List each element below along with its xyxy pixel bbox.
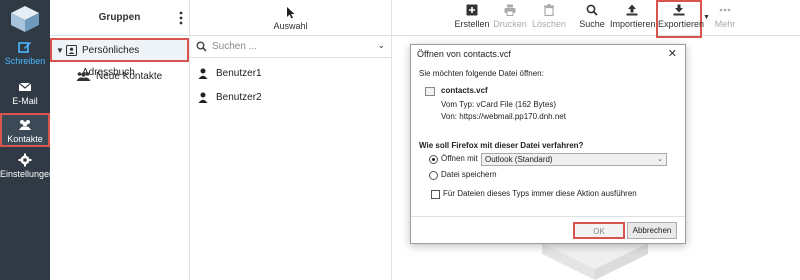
group-item-label: Neue Kontakte bbox=[96, 71, 163, 82]
groups-panel: Gruppen ▼ Persönliches Adressbuch Neue K… bbox=[50, 0, 190, 280]
chevron-down-icon[interactable]: ▼ bbox=[56, 40, 64, 62]
upload-icon bbox=[626, 4, 638, 16]
close-icon[interactable]: ✕ bbox=[668, 47, 677, 60]
export-label: Exportieren bbox=[658, 19, 705, 29]
search-icon bbox=[196, 41, 207, 52]
nav-mail-label: E-Mail bbox=[12, 96, 38, 106]
export-button[interactable]: Exportieren bbox=[656, 0, 705, 38]
ok-button[interactable]: OK bbox=[573, 222, 625, 239]
webmail-app: Schreiben E-Mail Kontakte Einstellungen … bbox=[0, 0, 800, 280]
contacts-list-panel: Auswahl Suchen ... ⌄ Benutzer1 Benutzer2 bbox=[190, 0, 392, 280]
create-button[interactable]: Erstellen bbox=[454, 2, 490, 36]
groups-title: Gruppen bbox=[98, 12, 141, 23]
print-label: Drucken bbox=[493, 19, 527, 29]
mail-icon bbox=[18, 82, 32, 91]
dialog-question: Wie soll Firefox mit dieser Datei verfah… bbox=[419, 141, 584, 150]
nav-contacts-label: Kontakte bbox=[7, 134, 43, 144]
more-icon bbox=[719, 8, 731, 12]
save-file-label: Datei speichern bbox=[441, 170, 497, 179]
app-logo bbox=[11, 6, 39, 32]
plus-square-icon bbox=[466, 4, 478, 16]
search-input[interactable]: Suchen ... bbox=[212, 41, 257, 52]
gear-icon bbox=[18, 153, 32, 167]
user-icon bbox=[198, 92, 208, 103]
groups-header: Gruppen bbox=[50, 0, 189, 36]
contacts-icon bbox=[19, 120, 31, 130]
delete-button[interactable]: Löschen bbox=[532, 2, 566, 36]
dialog-intro: Sie möchten folgende Datei öffnen: bbox=[419, 69, 544, 78]
dialog-divider bbox=[411, 216, 685, 217]
import-label: Importieren bbox=[610, 19, 656, 29]
group-item-new-contacts[interactable]: Neue Kontakte bbox=[50, 66, 189, 88]
contact-row[interactable]: Benutzer2 bbox=[190, 86, 391, 110]
save-file-radio[interactable] bbox=[429, 171, 438, 180]
open-with-radio[interactable] bbox=[429, 155, 438, 164]
nav-settings-label: Einstellungen bbox=[0, 169, 55, 179]
search-label: Suche bbox=[579, 19, 605, 29]
export-menu-caret-icon[interactable]: ▼ bbox=[703, 14, 710, 21]
import-button[interactable]: Importieren bbox=[610, 2, 656, 36]
create-label: Erstellen bbox=[454, 19, 490, 29]
cancel-button[interactable]: Abbrechen bbox=[627, 222, 677, 239]
edit-icon bbox=[18, 42, 31, 53]
cursor-icon bbox=[286, 7, 294, 19]
application-select-value: Outlook (Standard) bbox=[485, 155, 553, 164]
dialog-filename: contacts.vcf bbox=[441, 86, 488, 95]
contact-name: Benutzer1 bbox=[216, 68, 262, 79]
download-icon bbox=[673, 4, 685, 16]
main-nav: Schreiben E-Mail Kontakte Einstellungen bbox=[0, 0, 54, 280]
users-icon bbox=[76, 72, 91, 81]
select-chevron-icon: ⌄ bbox=[657, 156, 663, 163]
open-file-dialog: Öffnen von contacts.vcf ✕ Sie möchten fo… bbox=[410, 44, 686, 244]
file-icon bbox=[425, 87, 435, 96]
search-icon bbox=[586, 4, 598, 16]
search-options-chevron-icon[interactable]: ⌄ bbox=[377, 40, 385, 51]
search-button[interactable]: Suche bbox=[577, 2, 607, 36]
dialog-title: Öffnen von contacts.vcf bbox=[411, 45, 685, 63]
more-button[interactable]: Mehr bbox=[710, 2, 740, 36]
always-do-label: Für Dateien dieses Typs immer diese Akti… bbox=[443, 189, 637, 198]
select-button[interactable]: Auswahl bbox=[190, 0, 391, 36]
always-do-checkbox[interactable] bbox=[431, 190, 440, 199]
kebab-menu-icon[interactable] bbox=[179, 11, 183, 25]
trash-icon bbox=[544, 4, 554, 16]
dialog-from-line: Von: https://webmail.pp170.dnh.net bbox=[441, 112, 566, 121]
application-select[interactable]: Outlook (Standard) ⌄ bbox=[481, 153, 667, 166]
user-icon bbox=[198, 68, 208, 79]
nav-compose[interactable]: Schreiben bbox=[0, 40, 50, 66]
select-label: Auswahl bbox=[273, 21, 308, 31]
address-book-item[interactable]: ▼ Persönliches Adressbuch bbox=[50, 38, 189, 78]
address-book-icon bbox=[66, 45, 77, 56]
contacts-toolbar: Erstellen Drucken Löschen Suche Importie… bbox=[392, 0, 800, 38]
nav-compose-label: Schreiben bbox=[4, 56, 46, 66]
nav-settings[interactable]: Einstellungen bbox=[0, 153, 54, 179]
open-with-label: Öffnen mit bbox=[441, 154, 478, 163]
dialog-type-line: Vom Typ: vCard File (162 Bytes) bbox=[441, 100, 557, 109]
print-button[interactable]: Drucken bbox=[492, 2, 528, 36]
search-bar[interactable]: Suchen ... ⌄ bbox=[190, 36, 391, 58]
contact-row[interactable]: Benutzer1 bbox=[190, 62, 391, 86]
nav-mail[interactable]: E-Mail bbox=[0, 80, 50, 106]
print-icon bbox=[504, 4, 516, 16]
more-label: Mehr bbox=[714, 19, 736, 29]
contact-name: Benutzer2 bbox=[216, 92, 262, 103]
nav-contacts[interactable]: Kontakte bbox=[0, 113, 50, 147]
delete-label: Löschen bbox=[532, 19, 567, 29]
